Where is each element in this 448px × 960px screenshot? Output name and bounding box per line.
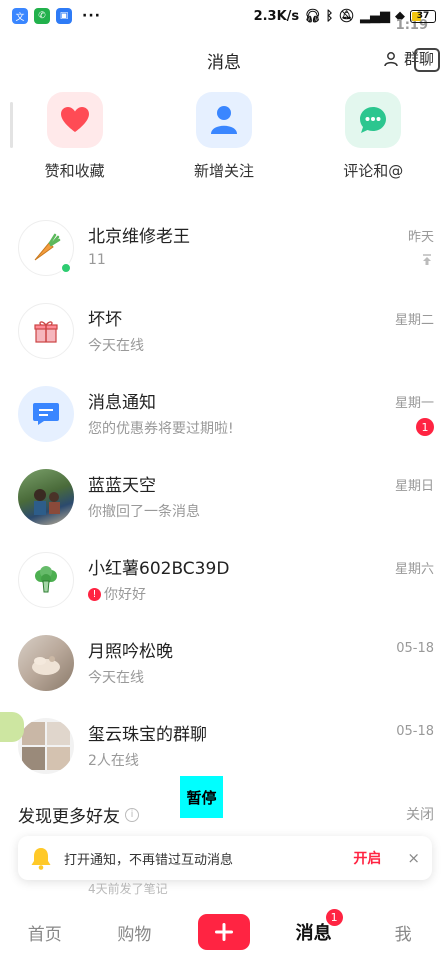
conversation-row[interactable]: 北京维修老王 11 昨天 <box>0 208 448 291</box>
screen-overlay-icon[interactable] <box>414 48 440 72</box>
headphone-icon: 🎧︎ <box>304 8 321 24</box>
recommended-user-preview: 4天前发了笔记 <box>88 882 168 896</box>
conversation-row[interactable]: 坏坏 今天在线 星期二 <box>0 291 448 374</box>
conversation-preview: 你撤回了一条消息 <box>88 504 200 520</box>
notification-avatar <box>18 386 74 442</box>
group-avatar <box>18 718 74 774</box>
conversation-preview: 11 <box>88 252 106 268</box>
conversation-name: 坏坏 <box>88 310 122 330</box>
network-speed: 2.3K/s <box>253 8 300 24</box>
likes-and-favorites-button[interactable]: 赞和收藏 <box>5 92 145 192</box>
heart-icon <box>46 92 103 148</box>
comments-and-mentions-label: 评论和@ <box>343 162 404 180</box>
bluetooth-icon: ᛒ <box>325 8 334 24</box>
unread-badge: 1 <box>416 418 434 436</box>
tab-me[interactable]: 我 <box>368 920 438 945</box>
conversation-row[interactable]: 蓝蓝天空 你撤回了一条消息 星期日 <box>0 457 448 540</box>
conversation-name: 玺云珠宝的群聊 <box>88 725 207 745</box>
publish-button[interactable] <box>189 914 259 950</box>
conversation-preview: 您的优惠券将要过期啦! <box>88 421 234 437</box>
person-outline-icon <box>384 51 398 66</box>
conversation-preview: 今天在线 <box>88 338 144 354</box>
conversation-list: 北京维修老王 11 昨天 坏坏 今天在线 星期二 消息通知 您的优惠券将要过期啦… <box>0 208 448 789</box>
page-title: 消息 <box>207 52 241 73</box>
discover-close-button[interactable]: 关闭 <box>406 804 434 824</box>
discover-friends-title: 发现更多好友 i <box>18 802 139 827</box>
likes-and-favorites-label: 赞和收藏 <box>44 162 105 180</box>
conversation-preview: ! 你好好 <box>88 584 146 604</box>
online-status-dot <box>60 262 72 274</box>
close-icon[interactable]: × <box>407 849 420 867</box>
conversation-preview: 2人在线 <box>88 753 139 769</box>
pause-overlay-button[interactable]: 暂停 <box>180 776 223 818</box>
conversation-row[interactable]: 小红薯602BC39D ! 你好好 星期六 <box>0 540 448 623</box>
conversation-preview: 今天在线 <box>88 670 144 686</box>
signal-icon: ▂▄▆ <box>360 8 390 24</box>
app-notification-icon: 文 <box>12 8 28 24</box>
enable-notifications-button[interactable]: 开启 <box>353 848 381 868</box>
conversation-time: 05-18 <box>396 641 434 656</box>
pinned-icon <box>423 254 431 265</box>
bottom-tab-bar: 首页 购物 消息 1 我 <box>0 904 448 960</box>
phone-notification-icon: ✆ <box>34 8 50 24</box>
status-bar: 1:19 文 ✆ ▣ ··· 2.3K/s 🎧︎ ᛒ 🔕︎ ▂▄▆ ◆ 37 <box>0 0 448 33</box>
chat-bubble-icon <box>345 92 402 148</box>
enable-notifications-text: 打开通知，不再错过互动消息 <box>64 852 234 868</box>
photo-avatar-outdoor <box>18 469 74 525</box>
top-header: 消息 群聊 <box>0 40 448 80</box>
tab-home[interactable]: 首页 <box>10 920 80 945</box>
conversation-time: 星期日 <box>394 479 434 494</box>
bell-icon <box>31 848 51 870</box>
conversation-name: 月照吟松晚 <box>88 642 173 662</box>
conversation-time: 昨天 <box>407 230 434 245</box>
battery-icon: 37 <box>410 9 436 23</box>
conversation-time: 星期二 <box>394 313 434 328</box>
info-icon[interactable]: i <box>125 807 139 822</box>
discover-friends-header: 发现更多好友 i 关闭 <box>0 800 448 830</box>
new-followers-label: 新增关注 <box>193 162 254 180</box>
plus-icon <box>197 914 250 950</box>
mute-icon: 🔕︎ <box>338 8 355 24</box>
tab-messages[interactable]: 消息 1 <box>279 909 349 945</box>
conversation-row[interactable]: 月照吟松晚 今天在线 05-18 <box>0 623 448 706</box>
conversation-time: 星期六 <box>394 562 434 577</box>
conversation-name: 消息通知 <box>88 393 156 413</box>
gift-avatar <box>18 303 74 359</box>
tab-messages-label: 消息 <box>295 923 332 944</box>
comments-and-mentions-button[interactable]: 评论和@ <box>303 92 443 192</box>
conversation-row[interactable]: 玺云珠宝的群聊 2人在线 05-18 <box>0 706 448 789</box>
conversation-time: 星期一 <box>394 396 434 411</box>
broccoli-avatar <box>18 552 74 608</box>
more-notifications-icon: ··· <box>82 8 101 24</box>
conversation-name: 小红薯602BC39D <box>88 559 230 579</box>
conversation-name: 北京维修老王 <box>88 227 190 247</box>
messages-unread-badge: 1 <box>325 909 343 926</box>
conversation-name: 蓝蓝天空 <box>88 476 156 496</box>
category-shortcuts: 赞和收藏 新增关注 评论和@ <box>0 92 448 192</box>
person-icon <box>195 92 252 148</box>
enable-notifications-banner: 打开通知，不再错过互动消息 开启 × <box>18 836 432 880</box>
conversation-time: 05-18 <box>396 724 434 739</box>
new-followers-button[interactable]: 新增关注 <box>154 92 294 192</box>
conversation-row[interactable]: 消息通知 您的优惠券将要过期啦! 星期一 1 <box>0 374 448 457</box>
send-failed-icon: ! <box>88 587 101 601</box>
floating-assistant-icon[interactable] <box>0 712 24 742</box>
tab-shop[interactable]: 购物 <box>99 920 169 945</box>
photo-avatar-hands <box>18 635 74 691</box>
shield-notification-icon: ▣ <box>56 8 72 24</box>
